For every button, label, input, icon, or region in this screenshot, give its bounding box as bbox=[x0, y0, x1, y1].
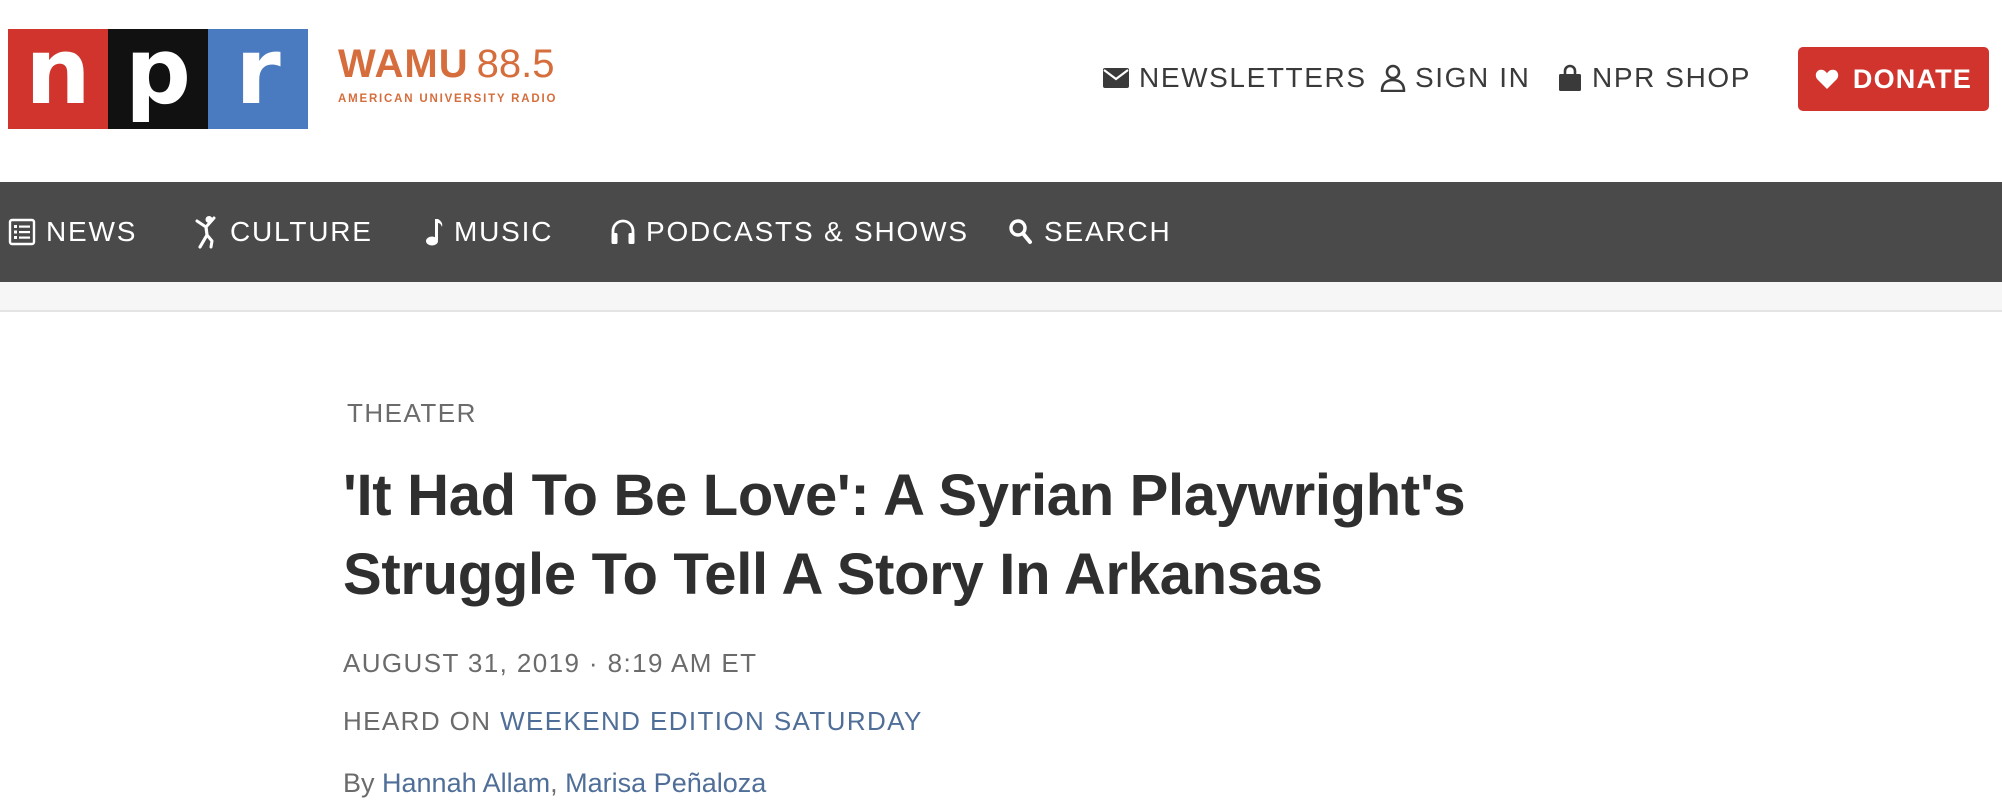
heard-on-line: HEARD ON WEEKEND EDITION SATURDAY bbox=[343, 706, 923, 737]
author-link[interactable]: Marisa Peñaloza bbox=[565, 768, 766, 798]
byline: By Hannah Allam, Marisa Peñaloza bbox=[343, 768, 766, 799]
nav-item-search[interactable]: SEARCH bbox=[1008, 182, 1172, 282]
secondary-bar bbox=[0, 282, 2002, 312]
article-section-slug[interactable]: THEATER bbox=[347, 398, 477, 429]
logo-letter-r: r bbox=[208, 26, 308, 129]
author-link[interactable]: Hannah Allam bbox=[382, 768, 550, 798]
main-nav: NEWS CULTURE MUSIC PODCASTS & SHOWS SEAR… bbox=[0, 182, 2002, 282]
nav-item-music[interactable]: MUSIC bbox=[424, 182, 553, 282]
npr-logo[interactable]: n p r bbox=[8, 26, 308, 129]
station-subtitle: AMERICAN UNIVERSITY RADIO bbox=[338, 93, 558, 105]
donate-button[interactable]: DONATE bbox=[1798, 47, 1989, 111]
logo-letter-n: n bbox=[8, 26, 108, 129]
nav-label-culture: CULTURE bbox=[230, 216, 373, 247]
nav-label-news: NEWS bbox=[46, 216, 138, 247]
sign-in-link[interactable]: SIGN IN bbox=[1380, 58, 1530, 98]
sign-in-label: SIGN IN bbox=[1415, 62, 1531, 93]
npr-shop-label: NPR SHOP bbox=[1592, 62, 1752, 93]
npr-shop-link[interactable]: NPR SHOP bbox=[1557, 58, 1751, 98]
logo-letter-p: p bbox=[108, 26, 208, 129]
station-call-sign: WAMU bbox=[338, 42, 469, 86]
byline-prefix: By bbox=[343, 768, 375, 798]
culture-figure-icon bbox=[195, 216, 216, 249]
station-logo[interactable]: WAMU 88.5 AMERICAN UNIVERSITY RADIO bbox=[338, 44, 557, 105]
site-header: n p r WAMU 88.5 AMERICAN UNIVERSITY RADI… bbox=[0, 0, 2002, 182]
headline-line-1: 'It Had To Be Love': A Syrian Playwright… bbox=[343, 463, 1466, 528]
nav-label-podcasts-shows: PODCASTS & SHOWS bbox=[646, 216, 969, 247]
author-separator: , bbox=[550, 768, 558, 798]
donate-label: DONATE bbox=[1852, 63, 1973, 94]
music-note-icon bbox=[426, 219, 443, 246]
news-list-icon bbox=[8, 218, 36, 246]
nav-item-culture[interactable]: CULTURE bbox=[194, 182, 373, 282]
nav-label-music: MUSIC bbox=[454, 216, 554, 247]
nav-label-search: SEARCH bbox=[1044, 216, 1172, 247]
show-link[interactable]: WEEKEND EDITION SATURDAY bbox=[500, 706, 923, 736]
user-icon bbox=[1380, 64, 1406, 92]
station-frequency: 88.5 bbox=[476, 42, 555, 86]
nav-item-news[interactable]: NEWS bbox=[8, 182, 137, 282]
headline-line-2: Struggle To Tell A Story In Arkansas bbox=[343, 542, 1323, 607]
headphones-icon bbox=[611, 219, 635, 244]
nav-item-podcasts-shows[interactable]: PODCASTS & SHOWS bbox=[610, 182, 969, 282]
newsletters-label: NEWSLETTERS bbox=[1139, 62, 1367, 93]
heart-icon bbox=[1815, 69, 1839, 89]
shopping-bag-icon bbox=[1559, 64, 1581, 91]
article-headline: 'It Had To Be Love': A Syrian Playwright… bbox=[343, 456, 1643, 614]
envelope-icon bbox=[1103, 68, 1129, 88]
search-icon bbox=[1009, 219, 1032, 244]
heard-on-prefix: HEARD ON bbox=[343, 706, 492, 736]
article-date: AUGUST 31, 2019 · 8:19 AM ET bbox=[343, 648, 758, 678]
newsletters-link[interactable]: NEWSLETTERS bbox=[1102, 58, 1367, 98]
